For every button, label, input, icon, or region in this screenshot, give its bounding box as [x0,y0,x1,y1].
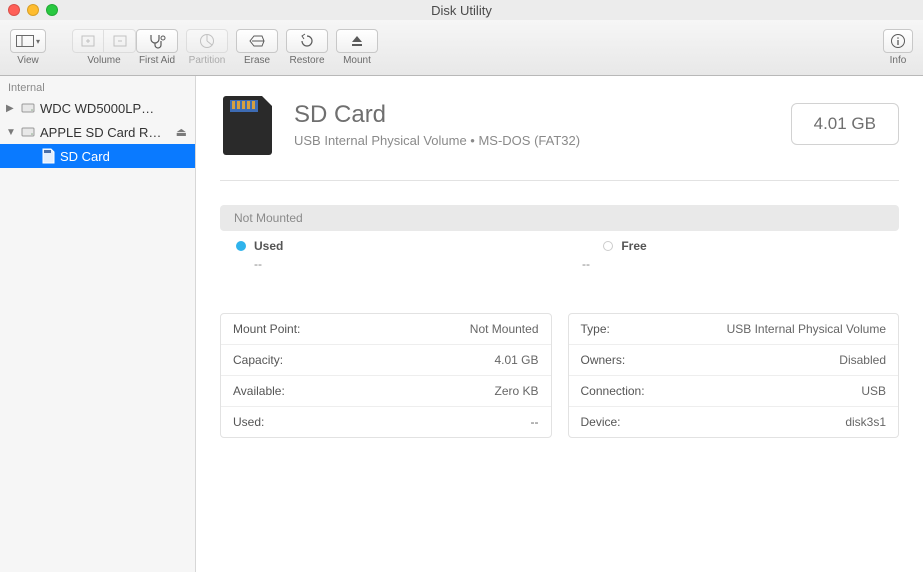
details-left: Mount Point:Not Mounted Capacity:4.01 GB… [220,313,552,438]
erase-button[interactable] [236,29,278,53]
hard-drive-icon [20,124,36,140]
sidebar-item-sd-card[interactable]: SD Card [0,144,195,168]
free-legend: Free [603,239,646,253]
free-value: -- [582,257,590,271]
volume-add-icon [80,34,96,48]
remove-volume-button [104,29,136,53]
details-right: Type:USB Internal Physical Volume Owners… [568,313,900,438]
main-area: Internal ▶ WDC WD5000LP… ▼ APPLE SD Card… [0,76,923,572]
used-label: Used [254,239,283,253]
sidebar-section-header: Internal [0,76,195,96]
mount-button[interactable] [336,29,378,53]
close-window-button[interactable] [8,4,20,16]
free-label: Free [621,239,646,253]
used-swatch-icon [236,241,246,251]
info-label: Info [890,55,907,66]
erase-icon [248,34,266,48]
volume-header: SD Card USB Internal Physical Volume • M… [220,92,899,181]
mount-status: Not Mounted [220,205,899,231]
info-button[interactable] [883,29,913,53]
sd-card-icon [40,148,56,164]
sidebar: Internal ▶ WDC WD5000LP… ▼ APPLE SD Card… [0,76,196,572]
detail-mount-point: Mount Point:Not Mounted [221,314,551,344]
volume-title: SD Card [294,101,580,129]
detail-connection: Connection:USB [569,375,899,406]
sidebar-item-label: WDC WD5000LP… [40,101,195,116]
mount-label: Mount [343,55,371,66]
volume-label: Volume [87,55,120,66]
used-value: -- [254,257,262,271]
chevron-down-icon: ▾ [36,37,40,46]
sidebar-item-apple-sd[interactable]: ▼ APPLE SD Card R… ⏏ [0,120,195,144]
detail-type: Type:USB Internal Physical Volume [569,314,899,344]
window-title: Disk Utility [0,3,923,18]
free-swatch-icon [603,241,613,251]
first-aid-button[interactable] [136,29,178,53]
detail-owners: Owners:Disabled [569,344,899,375]
sidebar-item-wdc[interactable]: ▶ WDC WD5000LP… [0,96,195,120]
restore-icon [299,33,315,49]
hard-drive-icon [20,100,36,116]
eject-icon[interactable]: ⏏ [176,125,195,139]
restore-button[interactable] [286,29,328,53]
usage-legend: Used Free [220,231,899,257]
volume-subtitle: USB Internal Physical Volume • MS-DOS (F… [294,133,580,148]
restore-label: Restore [289,55,324,66]
detail-device: Device:disk3s1 [569,406,899,437]
detail-used: Used:-- [221,406,551,437]
capacity-badge: 4.01 GB [791,103,899,145]
disclosure-triangle-icon[interactable]: ▼ [6,127,16,138]
partition-label: Partition [189,55,226,66]
first-aid-label: First Aid [139,55,175,66]
disclosure-triangle-icon[interactable]: ▶ [6,103,16,114]
minimize-window-button[interactable] [27,4,39,16]
details-panel: Mount Point:Not Mounted Capacity:4.01 GB… [220,313,899,438]
sidebar-item-label: SD Card [60,149,195,164]
detail-capacity: Capacity:4.01 GB [221,344,551,375]
partition-button [186,29,228,53]
titlebar: Disk Utility [0,0,923,20]
stethoscope-icon [147,33,167,49]
info-icon [890,33,906,49]
add-volume-button [72,29,104,53]
detail-available: Available:Zero KB [221,375,551,406]
pie-chart-icon [199,33,215,49]
sidebar-view-icon [16,35,34,47]
window-controls [8,4,58,16]
sidebar-item-label: APPLE SD Card R… [40,125,172,140]
zoom-window-button[interactable] [46,4,58,16]
content-pane: SD Card USB Internal Physical Volume • M… [196,76,923,572]
used-legend: Used [236,239,283,253]
erase-label: Erase [244,55,270,66]
usage-values: -- -- [220,257,899,279]
eject-icon [350,34,364,48]
sd-card-large-icon [220,92,276,156]
volume-remove-icon [112,34,128,48]
toolbar: ▾ View Volume First Aid Partition [0,20,923,76]
view-button[interactable]: ▾ [10,29,46,53]
view-label: View [17,55,39,66]
